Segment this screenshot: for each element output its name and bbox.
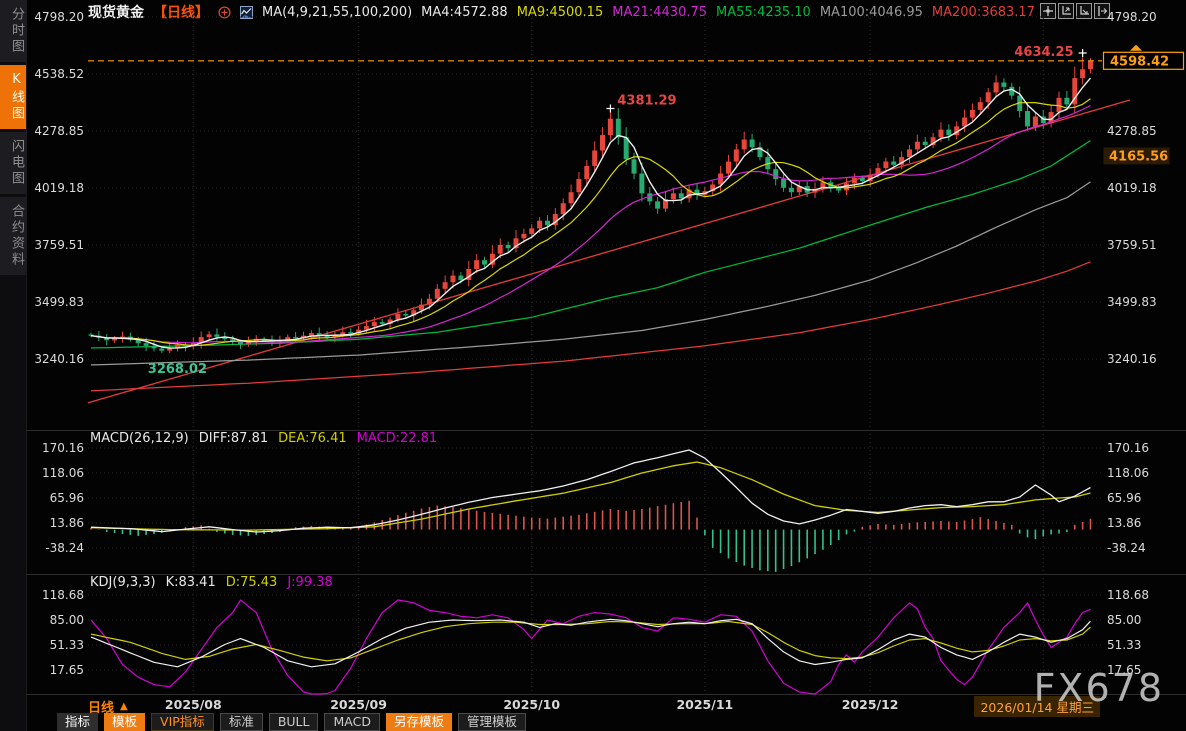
macd-dea-value: DEA:76.41 [278,431,347,446]
annotations: 4381.29 4634.25 3268.02 [148,45,1087,377]
high-marker-cross [606,104,615,113]
y-axis-label: -38.24 [45,541,84,555]
y-axis-label: 65.96 [1107,491,1141,505]
kdj-header: KDJ(9,3,3) K:83.41 D:75.43 J:99.38 [90,575,333,590]
y-axis-label: 118.06 [1107,466,1149,480]
macd-title: MACD(26,12,9) [90,431,189,446]
toolbar-button[interactable]: MACD [324,713,380,731]
bottom-toolbar: 指标 模板 VIP指标 标准 BULL MACD 另存模板 管理模板 [57,713,526,731]
grid-layer [26,10,1186,695]
y-axis-label: 13.86 [1107,516,1141,530]
y-axis-label: 4798.20 [1107,10,1157,24]
kdj-d-value: D:75.43 [225,575,278,590]
y-axis-label: 3759.51 [34,238,84,252]
kdj-title: KDJ(9,3,3) [90,575,156,590]
toolbar-button[interactable]: VIP指标 [151,713,214,731]
y-axis-label: 170.16 [1107,441,1149,455]
svg-text:4634.25: 4634.25 [1014,45,1073,60]
y-axis-label: 3759.51 [1107,238,1157,252]
price-up-arrow-icon [1130,44,1142,51]
current-price-badge: 4598.42 [1102,44,1185,70]
macd-macd-value: MACD:22.81 [356,431,438,446]
toolbar-button[interactable]: 另存模板 [385,713,452,731]
svg-text:3268.02: 3268.02 [148,362,207,377]
x-axis-month-label: 2025/08 [165,697,222,712]
macd-header: MACD(26,12,9) DIFF:87.81 DEA:76.41 MACD:… [90,431,437,446]
high-marker-cross [1078,48,1087,57]
kdj-layer [90,599,1091,695]
y-axis-label: 4798.20 [34,10,84,24]
y-axis-label: 3240.16 [34,352,84,366]
y-axis-label: 4019.18 [1107,181,1157,195]
x-axis-month-label: 2025/10 [503,697,560,712]
toolbar-button[interactable]: 标准 [219,713,263,731]
y-axis-label: 4278.85 [1107,124,1157,138]
x-axis-month-label: 2025/09 [330,697,387,712]
y-axis-label: 51.33 [1107,638,1141,652]
y-axis-label: 85.00 [1107,613,1141,627]
y-axis-label: 85.00 [50,613,84,627]
triangle-up-icon: ▲ [120,701,128,712]
y-axis-label: 118.68 [1107,588,1149,602]
macd-layer [90,449,1092,572]
y-axis-label: 65.96 [50,491,84,505]
kdj-j-value: J:99.38 [287,575,333,590]
svg-text:4598.42: 4598.42 [1110,54,1169,69]
toolbar-button[interactable]: 模板 [104,713,146,731]
y-axis-label: 4019.18 [34,181,84,195]
x-axis-month-label: 2025/11 [676,697,733,712]
kdj-k-value: K:83.41 [165,575,216,590]
svg-text:4381.29: 4381.29 [617,94,676,109]
y-axis-label: 51.33 [50,638,84,652]
y-axis-label: 118.06 [42,466,84,480]
y-axis-label: 118.68 [42,588,84,602]
y-axis-label: 3240.16 [1107,352,1157,366]
x-axis-month-label: 2025/12 [842,697,899,712]
ma-short-lines-layer [90,77,1092,349]
y-axis-label: 3499.83 [34,295,84,309]
svg-text:4165.56: 4165.56 [1109,149,1168,164]
y-axis-label: 13.86 [50,516,84,530]
toolbar-button[interactable]: 指标 [57,713,99,731]
y-axis-label: 4538.52 [34,67,84,81]
y-axis-label: 4278.85 [34,124,84,138]
secondary-price-badge: 4165.56 [1103,147,1170,165]
y-axis-label: 170.16 [42,441,84,455]
watermark: FX678 [1033,666,1164,710]
toolbar-button[interactable]: BULL [268,713,319,731]
y-axis-label: -38.24 [1107,541,1146,555]
toolbar-button[interactable]: 管理模板 [457,713,526,731]
y-axis-label: 17.65 [50,663,84,677]
y-axis-label: 3499.83 [1107,295,1157,309]
chart-window: 分时图 K线图 闪电图 合约资料 现货黄金 【日线】 MA(4,9,21,55,100… [0,0,1186,731]
macd-diff-value: DIFF:87.81 [198,431,269,446]
chart-canvas[interactable]: 4798.20 4798.20 4538.52 4278.85 4278.85 4019.… [0,0,1186,731]
